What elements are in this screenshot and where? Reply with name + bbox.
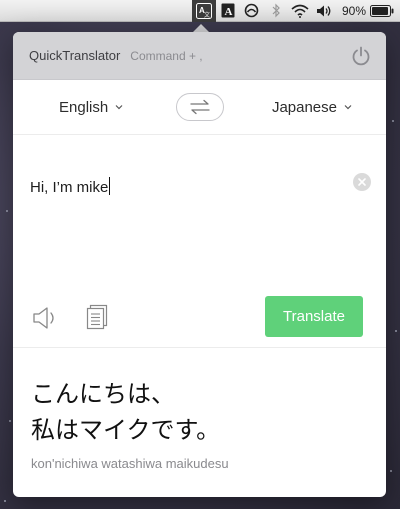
source-text-value: Hi, I’m mike <box>30 179 109 196</box>
speaker-icon <box>33 307 54 329</box>
language-selector-row: English Japanese <box>13 80 386 135</box>
battery-percent[interactable]: 90% <box>336 0 370 22</box>
preferences-shortcut: Command + , <box>130 48 203 63</box>
chevron-down-icon <box>344 105 352 110</box>
power-icon <box>352 46 370 66</box>
speak-button[interactable] <box>32 305 62 331</box>
app-name: QuickTranslator <box>29 48 121 63</box>
chevron-down-icon <box>115 105 123 110</box>
source-language-label: English <box>59 98 109 116</box>
text-caret <box>109 177 111 195</box>
translate-button[interactable]: Translate <box>265 296 363 337</box>
svg-text:A: A <box>224 6 232 18</box>
swap-languages-button[interactable] <box>176 93 224 121</box>
source-language-select[interactable]: English <box>59 99 123 116</box>
battery-icon[interactable] <box>370 0 394 22</box>
clear-text-button[interactable] <box>353 173 371 191</box>
title-bar: QuickTranslator Command + , <box>13 32 386 80</box>
volume-icon[interactable] <box>312 0 336 22</box>
svg-text:文: 文 <box>204 11 210 19</box>
romanization-text: kon'nichiwa watashiwa maikudesu <box>31 456 229 471</box>
wifi-icon[interactable] <box>288 0 312 22</box>
bluetooth-icon[interactable] <box>264 0 288 22</box>
document-icon <box>86 304 108 330</box>
source-text-input[interactable]: Hi, I’m mike <box>30 177 111 196</box>
power-button[interactable] <box>350 45 372 67</box>
copy-button[interactable] <box>86 304 108 330</box>
swap-arrows-icon <box>190 99 210 115</box>
translation-line-1: こんにちは、 <box>31 380 175 408</box>
target-language-select[interactable]: Japanese <box>272 99 352 116</box>
font-book-icon[interactable]: A <box>216 0 240 22</box>
translator-icon[interactable]: A 文 <box>191 0 216 22</box>
translation-line-2: 私はマイクです。 <box>31 416 221 444</box>
circle-arrow-icon[interactable] <box>240 0 264 22</box>
close-icon <box>358 178 366 186</box>
translator-popover: QuickTranslator Command + , English Japa… <box>13 32 386 497</box>
target-language-label: Japanese <box>271 98 337 116</box>
translation-output: こんにちは、 私はマイクです。 kon'nichiwa watashiwa ma… <box>13 349 386 497</box>
menu-bar: A 文 A 90% <box>0 0 400 22</box>
